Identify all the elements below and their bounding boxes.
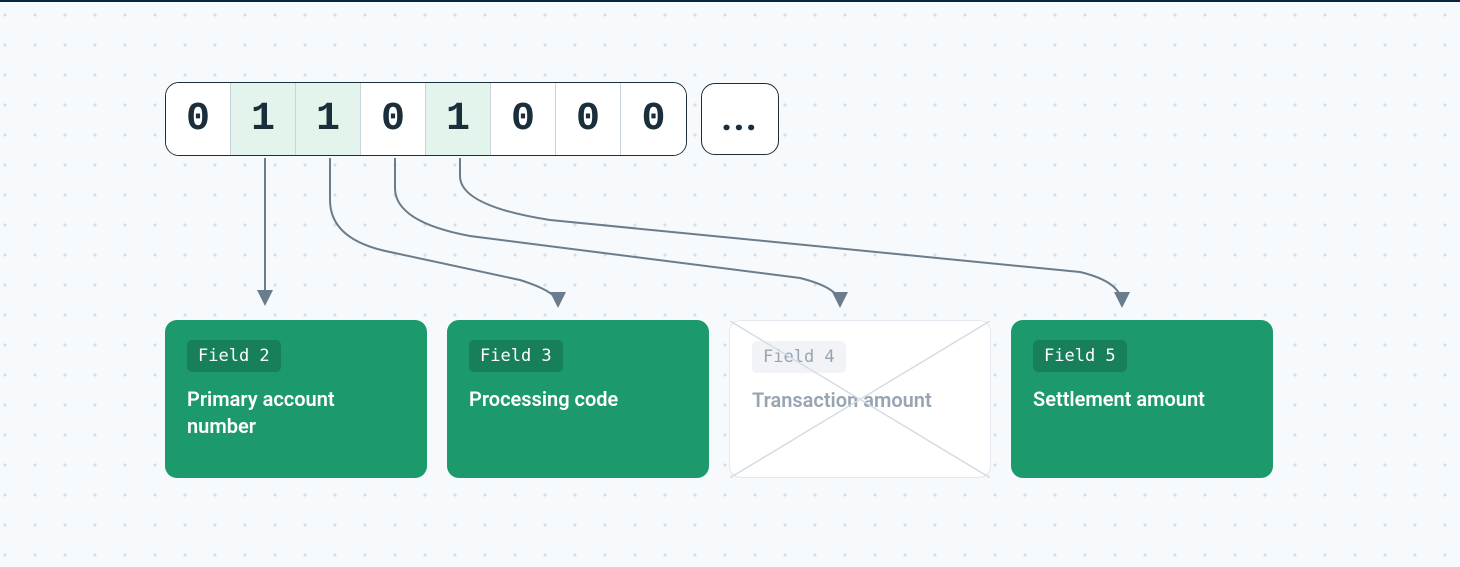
field-cards-row: Field 2 Primary account number Field 3 P… <box>165 320 1273 478</box>
field-card-4: Field 4 Transaction amount <box>729 320 991 478</box>
field-card-5: Field 5 Settlement amount <box>1011 320 1273 478</box>
arrow-field-4 <box>395 158 840 304</box>
bit-cell: 0 <box>166 83 231 155</box>
bit-cell: 0 <box>361 83 426 155</box>
field-description: Primary account number <box>187 386 405 440</box>
field-card-2: Field 2 Primary account number <box>165 320 427 478</box>
field-badge: Field 3 <box>469 340 563 372</box>
bitmap-box: 0 1 1 0 1 0 0 0 <box>165 82 687 156</box>
bit-cell: 0 <box>556 83 621 155</box>
field-description: Processing code <box>469 386 687 413</box>
field-badge: Field 5 <box>1033 340 1127 372</box>
ellipsis-box: ... <box>701 83 779 155</box>
bit-cell: 1 <box>426 83 491 155</box>
field-description: Settlement amount <box>1033 386 1251 413</box>
field-card-3: Field 3 Processing code <box>447 320 709 478</box>
bit-cell: 0 <box>491 83 556 155</box>
diagram-container: 0 1 1 0 1 0 0 0 ... Field 2 Primary acco… <box>0 0 1460 567</box>
field-description: Transaction amount <box>752 387 968 414</box>
arrow-field-5 <box>460 158 1122 304</box>
bit-cell: 0 <box>621 83 686 155</box>
bitmap-row: 0 1 1 0 1 0 0 0 ... <box>165 82 779 156</box>
arrow-field-3 <box>330 158 558 304</box>
bit-cell: 1 <box>231 83 296 155</box>
field-badge: Field 2 <box>187 340 281 372</box>
bit-cell: 1 <box>296 83 361 155</box>
field-badge: Field 4 <box>752 341 846 373</box>
